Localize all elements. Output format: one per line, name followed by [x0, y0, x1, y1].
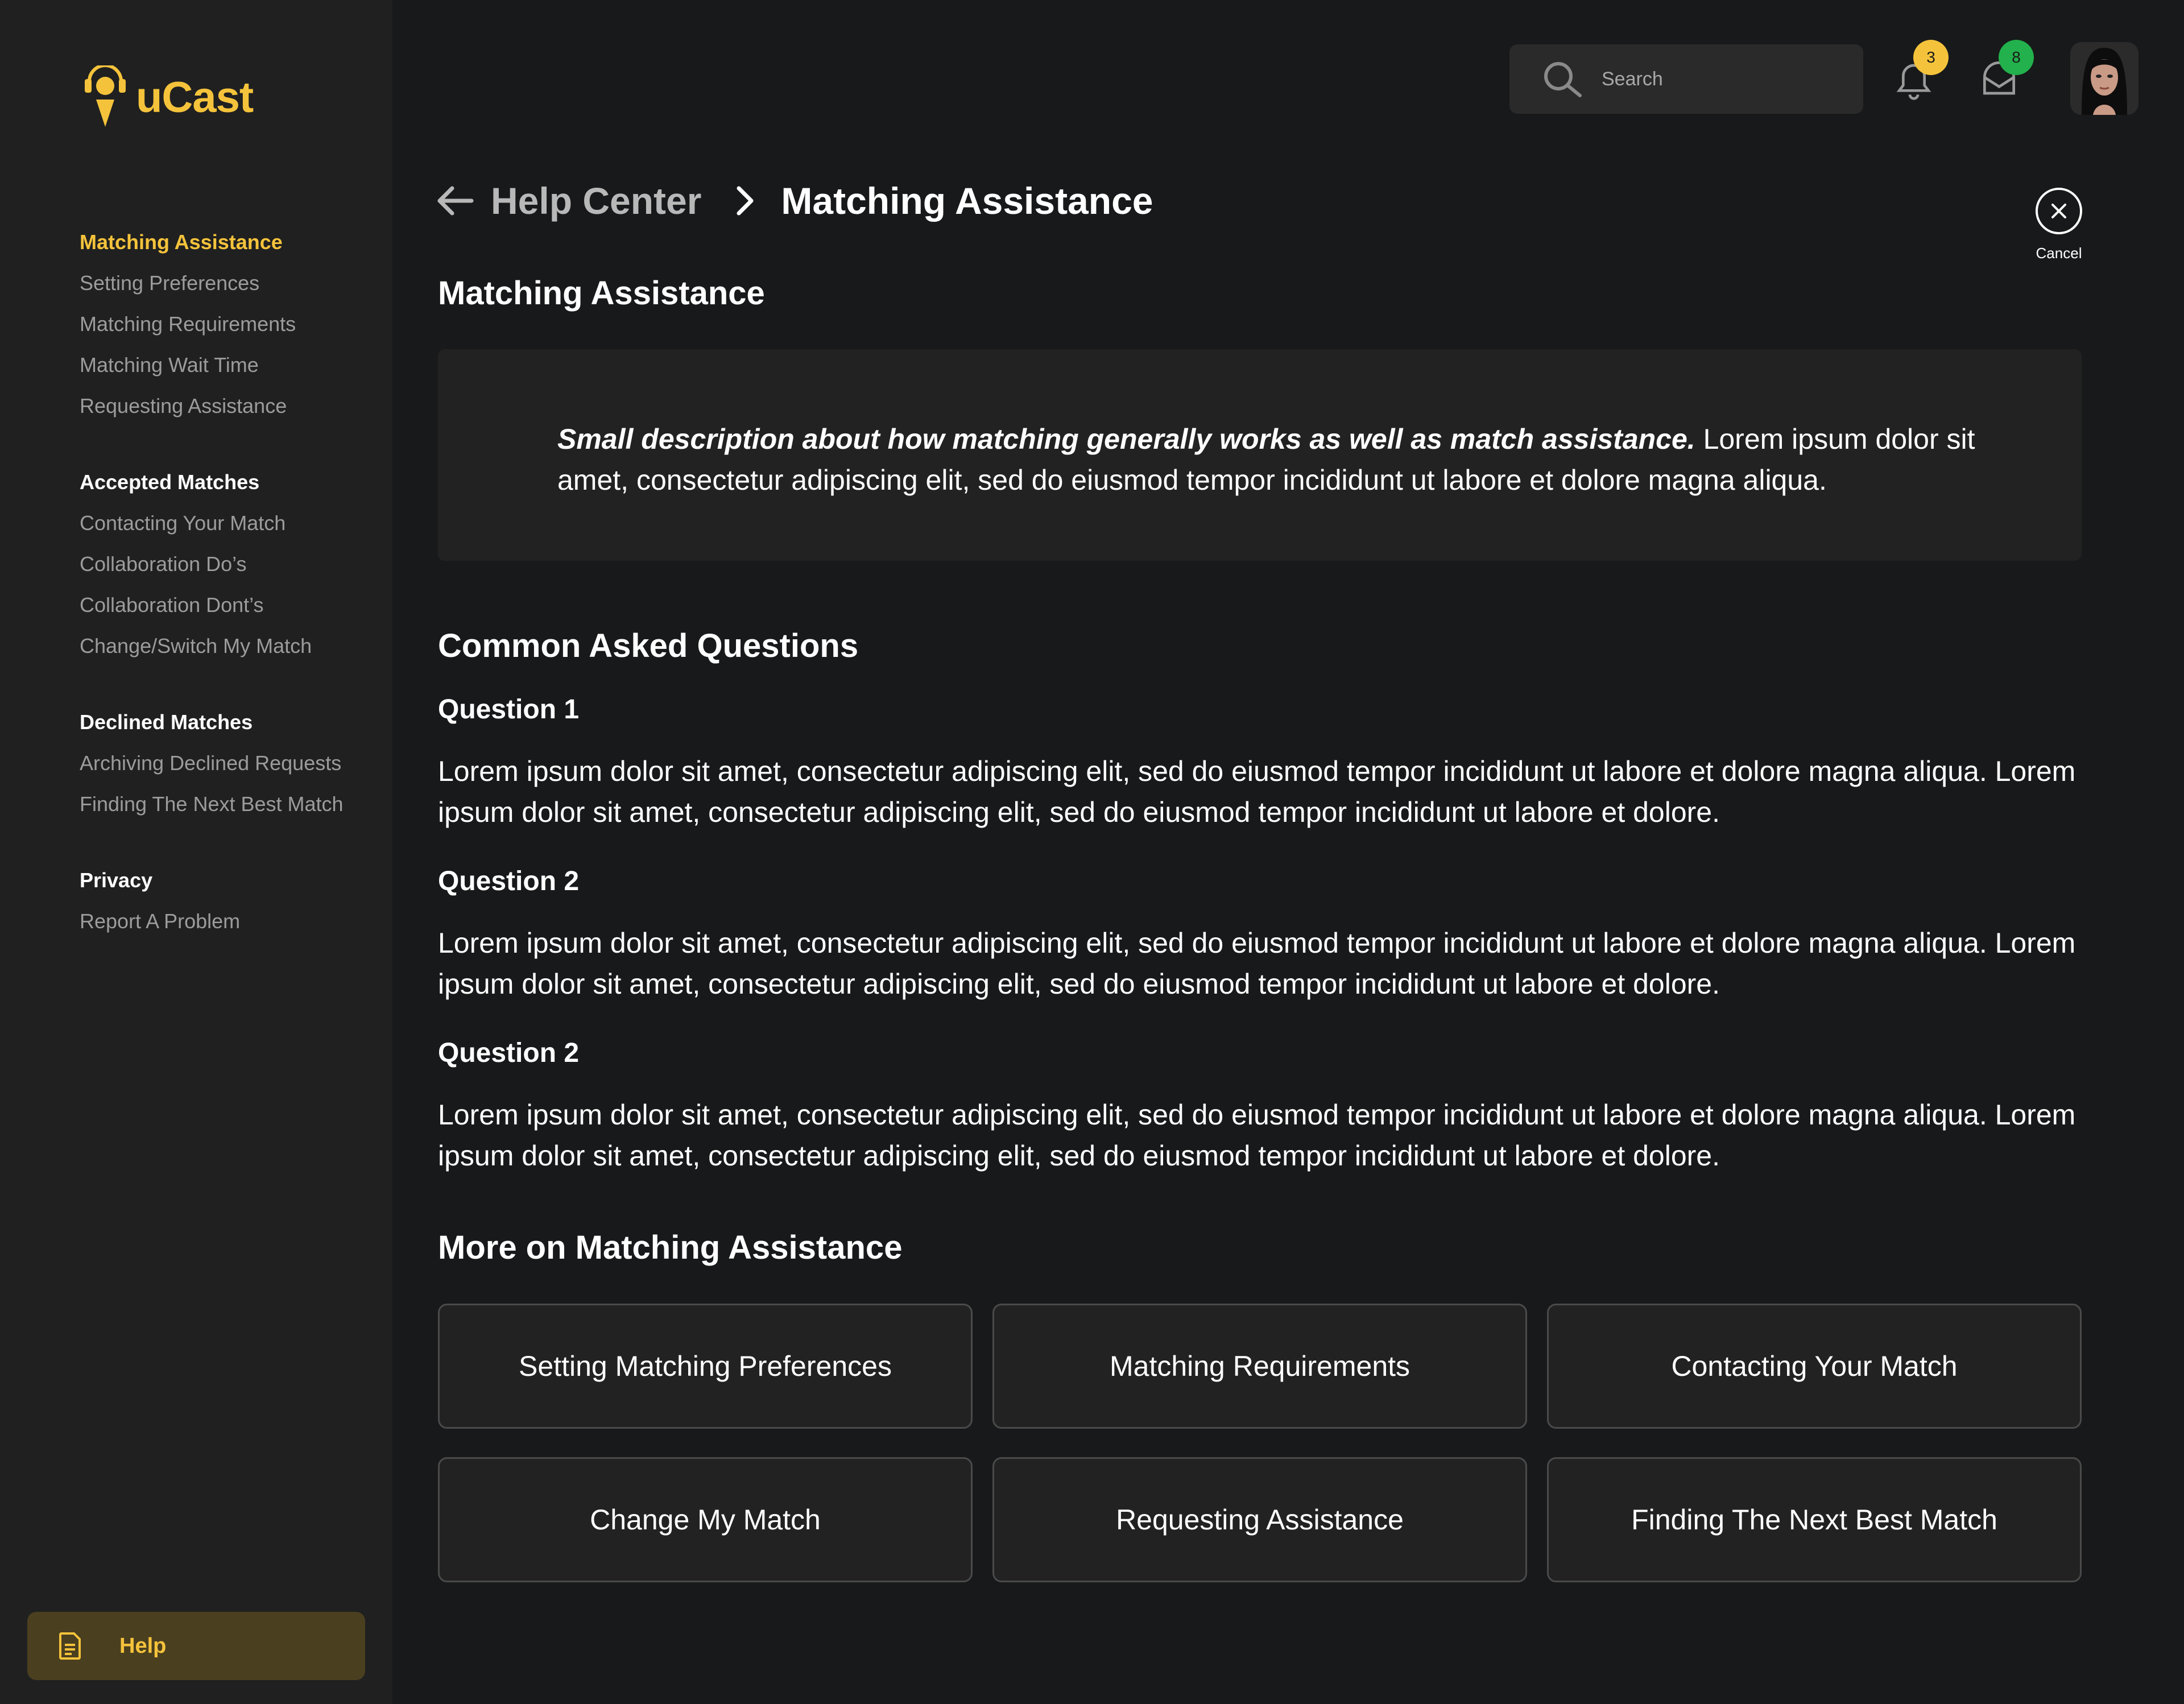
- close-icon: [2036, 188, 2082, 234]
- breadcrumb-current: Matching Assistance: [781, 180, 1153, 222]
- logo[interactable]: uCast: [82, 65, 254, 129]
- app-name: uCast: [136, 73, 254, 122]
- breadcrumb: Help Center Matching Assistance: [435, 175, 1153, 226]
- description-bold: Small description about how matching gen…: [557, 423, 1695, 455]
- faq-title: Common Asked Questions: [438, 627, 859, 664]
- related-link-card[interactable]: Matching Requirements: [992, 1304, 1527, 1429]
- nav-heading-declined-matches[interactable]: Declined Matches: [80, 702, 387, 743]
- question-body: Lorem ipsum dolor sit amet, consectetur …: [438, 1099, 2076, 1172]
- search-icon: [1544, 62, 1582, 97]
- help-nav: Matching Assistance Setting Preferences …: [80, 222, 387, 977]
- nav-heading-matching-assistance[interactable]: Matching Assistance: [80, 222, 387, 263]
- nav-group-accepted-matches: Accepted Matches Contacting Your Match C…: [80, 462, 387, 667]
- nav-heading-accepted-matches[interactable]: Accepted Matches: [80, 462, 387, 503]
- question-title: Question 1: [438, 694, 580, 725]
- nav-group-matching-assistance: Matching Assistance Setting Preferences …: [80, 222, 387, 427]
- related-link-card[interactable]: Setting Matching Preferences: [438, 1304, 973, 1429]
- nav-item-collaboration-dos[interactable]: Collaboration Do’s: [80, 544, 387, 585]
- document-icon: [59, 1632, 81, 1660]
- nav-item-requesting-assistance[interactable]: Requesting Assistance: [80, 386, 387, 427]
- help-label: Help: [119, 1633, 167, 1658]
- search-box[interactable]: [1509, 44, 1863, 114]
- related-link-card[interactable]: Contacting Your Match: [1547, 1304, 2082, 1429]
- search-input[interactable]: [1600, 67, 1842, 91]
- nav-item-contacting-your-match[interactable]: Contacting Your Match: [80, 503, 387, 544]
- chevron-right-icon: [737, 186, 754, 216]
- description-text: Small description about how matching gen…: [557, 419, 2036, 501]
- nav-item-change-switch-match[interactable]: Change/Switch My Match: [80, 626, 387, 667]
- back-arrow-icon[interactable]: [435, 184, 475, 218]
- related-link-card[interactable]: Change My Match: [438, 1457, 973, 1582]
- question-body: Lorem ipsum dolor sit amet, consectetur …: [438, 755, 2076, 828]
- message-badge: 8: [1999, 40, 2034, 75]
- nav-item-finding-next-best-match[interactable]: Finding The Next Best Match: [80, 784, 387, 825]
- more-title: More on Matching Assistance: [438, 1229, 903, 1266]
- question-title: Question 2: [438, 866, 580, 896]
- nav-item-report-a-problem[interactable]: Report A Problem: [80, 901, 387, 942]
- description-card: Small description about how matching gen…: [438, 349, 2082, 561]
- nav-item-setting-preferences[interactable]: Setting Preferences: [80, 263, 387, 304]
- microphone-logo-icon: [85, 65, 126, 127]
- help-button[interactable]: Help: [27, 1612, 365, 1680]
- breadcrumb-parent-link[interactable]: Help Center: [491, 179, 701, 222]
- cancel-label: Cancel: [2036, 245, 2082, 262]
- related-link-card[interactable]: Requesting Assistance: [992, 1457, 1527, 1582]
- sidebar: uCast Matching Assistance Setting Prefer…: [0, 0, 392, 1704]
- avatar[interactable]: [2070, 42, 2138, 115]
- question-body: Lorem ipsum dolor sit amet, consectetur …: [438, 927, 2076, 1000]
- nav-group-privacy: Privacy Report A Problem: [80, 860, 387, 942]
- notification-badge: 3: [1913, 40, 1949, 75]
- nav-item-collaboration-donts[interactable]: Collaboration Dont’s: [80, 585, 387, 626]
- question-title: Question 2: [438, 1038, 580, 1068]
- related-links-grid: Setting Matching Preferences Matching Re…: [438, 1304, 2082, 1582]
- cancel-button[interactable]: Cancel: [2030, 188, 2087, 262]
- page-title: Matching Assistance: [438, 275, 765, 312]
- related-link-card[interactable]: Finding The Next Best Match: [1547, 1457, 2082, 1582]
- nav-item-matching-requirements[interactable]: Matching Requirements: [80, 304, 387, 345]
- nav-item-matching-wait-time[interactable]: Matching Wait Time: [80, 345, 387, 386]
- nav-heading-privacy[interactable]: Privacy: [80, 860, 387, 901]
- user-avatar-icon: [2070, 42, 2138, 115]
- nav-item-archiving-declined-requests[interactable]: Archiving Declined Requests: [80, 743, 387, 784]
- nav-group-declined-matches: Declined Matches Archiving Declined Requ…: [80, 702, 387, 825]
